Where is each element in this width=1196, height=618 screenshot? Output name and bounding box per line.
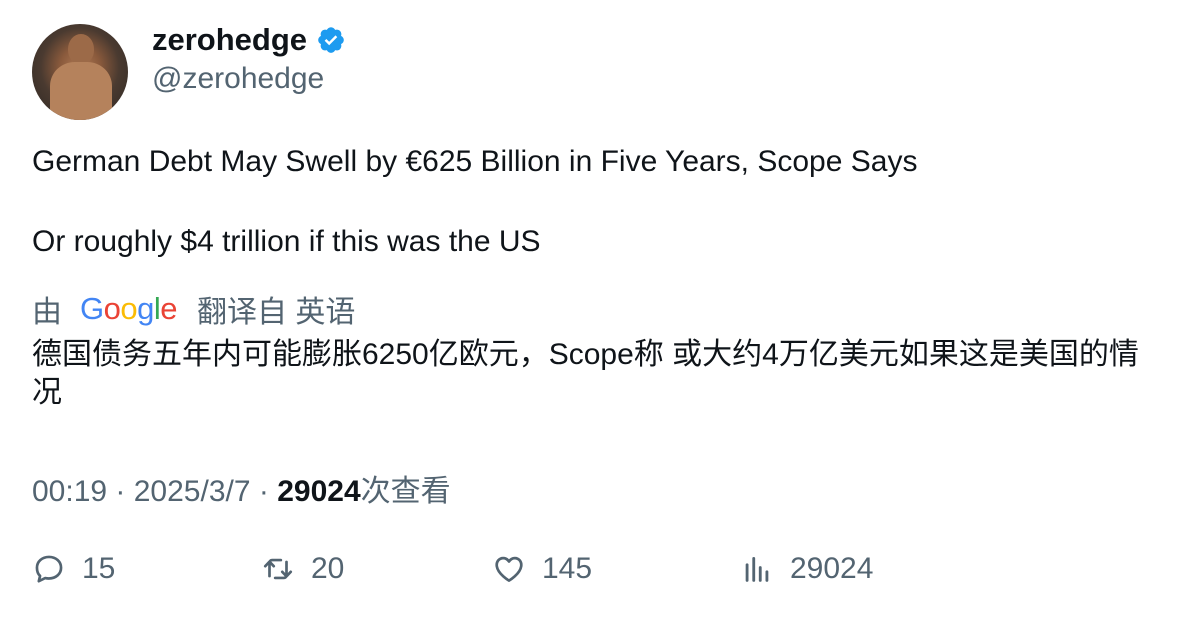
verified-badge-icon	[316, 25, 346, 55]
views-button[interactable]: 29024	[740, 552, 873, 586]
meta-separator: ·	[107, 475, 134, 508]
tweet-text: German Debt May Swell by €625 Billion in…	[32, 142, 917, 262]
translated-by: 由 Google 翻译自 英语	[32, 287, 355, 331]
action-bar: 15 20 145 29024	[32, 552, 1172, 592]
avatar-head	[68, 34, 94, 64]
translated-by-suffix[interactable]: 翻译自 英语	[197, 287, 355, 331]
tweet-text-line: German Debt May Swell by €625 Billion in…	[32, 145, 918, 178]
avatar-body	[50, 62, 112, 120]
translated-by-prefix: 由	[32, 296, 62, 329]
tweet-meta: 00:19 · 2025/3/7 · 29024次查看	[32, 466, 451, 510]
google-logo: Google	[80, 291, 178, 326]
reply-count: 15	[82, 552, 116, 585]
heart-icon	[495, 556, 523, 582]
author-handle[interactable]: @zerohedge	[152, 62, 324, 96]
views-count-action: 29024	[790, 552, 874, 585]
avatar[interactable]	[32, 24, 128, 120]
tweet-text-line: Or roughly $4 trillion if this was the U…	[32, 225, 541, 258]
translated-text: 德国债务五年内可能膨胀6250亿欧元，Scope称 或大约4万亿美元如果这是美国…	[32, 338, 1139, 409]
repost-count: 20	[311, 552, 345, 585]
author-name-row: zerohedge	[152, 22, 346, 58]
views-label: 次查看	[360, 475, 451, 508]
repost-button[interactable]: 20	[261, 552, 344, 586]
meta-separator: ·	[250, 475, 278, 508]
like-button[interactable]: 145	[492, 552, 592, 586]
reply-icon	[35, 555, 63, 583]
tweet-time[interactable]: 00:19	[32, 475, 107, 508]
repost-icon	[263, 558, 293, 580]
views-count: 29024	[277, 475, 361, 508]
tweet-date[interactable]: 2025/3/7	[134, 475, 251, 508]
analytics-icon	[745, 556, 769, 582]
reply-button[interactable]: 15	[32, 552, 115, 586]
like-count: 145	[542, 552, 593, 585]
author-display-name[interactable]: zerohedge	[152, 22, 307, 58]
